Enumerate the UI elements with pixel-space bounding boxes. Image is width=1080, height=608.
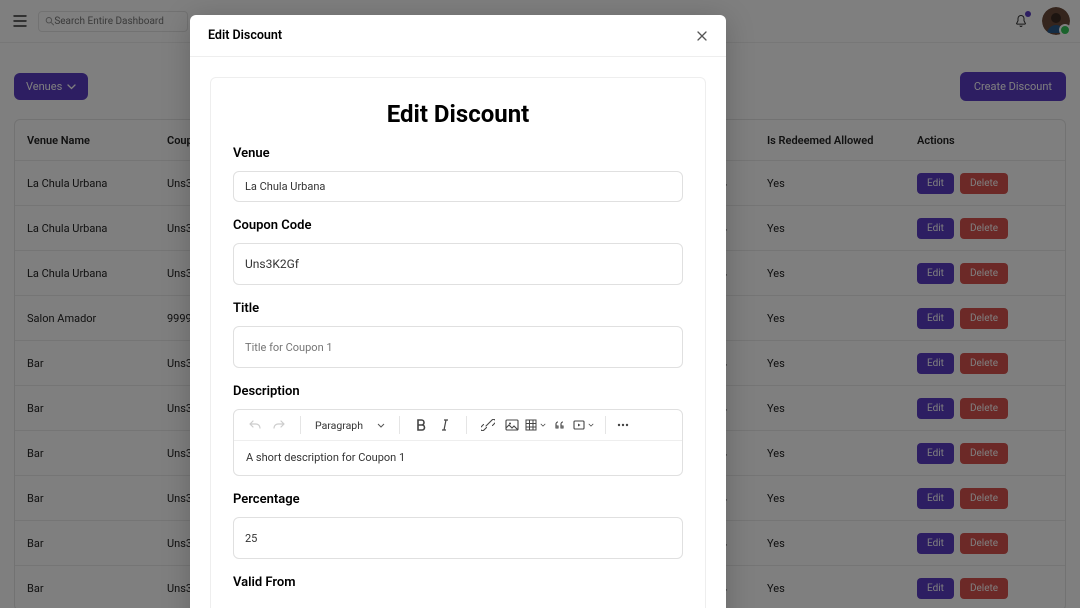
table-icon[interactable] bbox=[525, 414, 547, 436]
description-editor: Paragraph bbox=[233, 409, 683, 476]
paragraph-dropdown[interactable]: Paragraph bbox=[307, 416, 393, 435]
more-icon[interactable] bbox=[612, 414, 634, 436]
coupon-code-label: Coupon Code bbox=[233, 218, 683, 233]
title-label: Title bbox=[233, 301, 683, 316]
undo-icon[interactable] bbox=[244, 414, 266, 436]
blockquote-icon[interactable] bbox=[549, 414, 571, 436]
link-icon[interactable] bbox=[477, 414, 499, 436]
title-field[interactable] bbox=[233, 326, 683, 368]
chevron-down-icon bbox=[377, 423, 385, 428]
image-icon[interactable] bbox=[501, 414, 523, 436]
modal-title: Edit Discount bbox=[208, 28, 282, 43]
form-title: Edit Discount bbox=[233, 100, 683, 128]
venue-label: Venue bbox=[233, 146, 683, 161]
percentage-field[interactable] bbox=[233, 517, 683, 559]
close-icon[interactable] bbox=[696, 30, 708, 42]
valid-from-label: Valid From bbox=[233, 575, 683, 590]
percentage-label: Percentage bbox=[233, 492, 683, 507]
italic-icon[interactable] bbox=[434, 414, 456, 436]
coupon-code-field[interactable] bbox=[233, 243, 683, 285]
bold-icon[interactable] bbox=[410, 414, 432, 436]
redo-icon[interactable] bbox=[268, 414, 290, 436]
edit-discount-modal: Edit Discount Edit Discount Venue Coupon… bbox=[190, 15, 726, 608]
para-label: Paragraph bbox=[315, 419, 363, 432]
description-content[interactable]: A short description for Coupon 1 bbox=[234, 441, 682, 475]
description-label: Description bbox=[233, 384, 683, 399]
media-icon[interactable] bbox=[573, 414, 595, 436]
venue-field[interactable] bbox=[233, 171, 683, 202]
